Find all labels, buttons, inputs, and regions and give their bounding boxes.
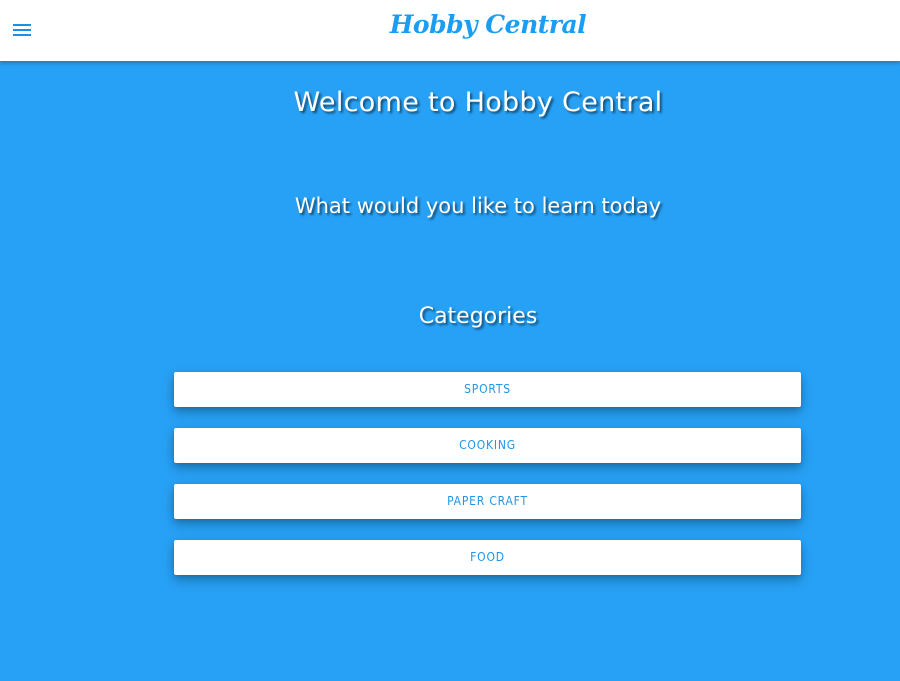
category-list: SPORTS COOKING PAPER CRAFT FOOD — [174, 372, 801, 596]
top-app-bar: Hobby Central — [0, 0, 900, 61]
main-content: Welcome to Hobby Central What would you … — [0, 61, 900, 681]
category-button-food[interactable]: FOOD — [174, 540, 801, 575]
category-button-paper-craft[interactable]: PAPER CRAFT — [174, 484, 801, 519]
welcome-heading: Welcome to Hobby Central — [293, 87, 663, 118]
category-button-cooking[interactable]: COOKING — [174, 428, 801, 463]
brand-title[interactable]: Hobby Central — [0, 10, 900, 39]
category-button-sports[interactable]: SPORTS — [174, 372, 801, 407]
learn-question: What would you like to learn today — [294, 194, 662, 218]
categories-heading: Categories — [418, 304, 538, 329]
